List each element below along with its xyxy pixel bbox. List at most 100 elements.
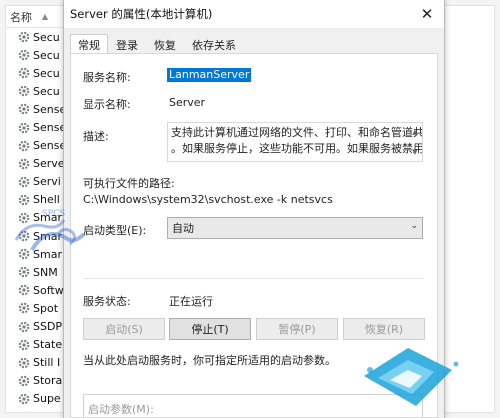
gear-icon — [18, 230, 30, 242]
start-params-group: 启动参数(M): — [83, 394, 423, 418]
gear-icon — [18, 104, 30, 115]
service-row[interactable]: Secu — [6, 28, 65, 46]
service-row[interactable]: Sense — [6, 118, 65, 136]
description-label: 描述: — [83, 130, 109, 143]
service-row[interactable]: Syste — [6, 408, 65, 412]
service-row[interactable]: Still I — [6, 354, 65, 372]
service-row[interactable]: Shell — [6, 191, 65, 209]
gear-icon — [18, 393, 30, 405]
gear-icon — [18, 158, 30, 170]
scroll-up-icon[interactable]: ▲ — [412, 124, 417, 140]
service-row-label: Sense — [33, 139, 66, 153]
description-scrollbar[interactable]: ▲ ▼ — [409, 124, 421, 160]
service-row-label: Smar — [33, 229, 62, 243]
tab-bar: 常规 登录 恢复 依存关系 — [70, 34, 244, 54]
service-row[interactable]: Smar — [6, 209, 65, 227]
display-name-label: 显示名称: — [83, 98, 131, 111]
gear-icon — [18, 212, 30, 224]
services-list: 名称 ▲ Secu Secu Secu Secu Sense Sense Sense Serv… — [6, 6, 66, 412]
dialog-title: Server 的属性(本地计算机) — [70, 7, 213, 21]
service-row-label: Smar — [33, 211, 62, 225]
gear-icon — [18, 31, 30, 43]
description-line-2: 。如果服务停止，这些功能不可用。如果服务被禁用， — [171, 142, 423, 155]
gear-icon — [18, 67, 30, 79]
service-row-label: Still I — [33, 356, 61, 370]
service-row-label: Sense — [33, 102, 66, 116]
service-name-value[interactable]: LanmanServer — [167, 68, 252, 82]
start-params-hint: 当从此处启动服务时，你可指定所适用的启动参数。 — [83, 354, 336, 367]
tab-dependencies[interactable]: 依存关系 — [184, 36, 244, 54]
service-row[interactable]: Smar — [6, 245, 65, 263]
gear-icon — [18, 122, 30, 133]
service-row[interactable]: Secu — [6, 64, 65, 82]
gear-icon — [18, 49, 30, 61]
service-row[interactable]: Supe — [6, 390, 65, 408]
service-row[interactable]: Servi — [6, 173, 65, 191]
resume-button[interactable]: 恢复(R) — [343, 318, 425, 340]
service-row[interactable]: Sense — [6, 137, 65, 155]
service-row[interactable]: Secu — [6, 82, 65, 100]
service-status-label: 服务状态: — [83, 295, 131, 308]
scroll-down-icon[interactable]: ▼ — [412, 144, 417, 160]
general-panel: 服务名称: LanmanServer 显示名称: Server 描述: 支持此计… — [70, 53, 438, 418]
display-name-value: Server — [169, 96, 206, 109]
service-row[interactable]: Softw — [6, 281, 65, 299]
service-row-label: Serve — [33, 157, 65, 171]
service-row[interactable]: Smar — [6, 227, 65, 245]
service-row[interactable]: Serve — [6, 155, 65, 173]
startup-type-select[interactable]: 自动 ⌄ — [167, 217, 423, 239]
service-row-label: Servi — [33, 175, 61, 189]
start-button[interactable]: 启动(S) — [83, 318, 165, 340]
service-row-label: Stora — [33, 374, 63, 388]
close-icon[interactable]: ✕ — [410, 0, 444, 28]
gear-icon — [18, 357, 30, 369]
gear-icon — [18, 339, 30, 350]
service-row-label: SNM — [33, 265, 58, 279]
startup-type-value: 自动 — [172, 222, 194, 235]
tab-recovery[interactable]: 恢复 — [146, 36, 184, 54]
gear-icon — [18, 248, 30, 260]
service-row-label: State — [33, 338, 63, 352]
service-row-label: Secu — [33, 66, 60, 80]
service-row-label: Softw — [33, 283, 64, 297]
service-row-label: Shell — [33, 193, 60, 207]
chevron-down-icon: ⌄ — [410, 221, 418, 231]
service-row-label: Syste — [33, 411, 63, 412]
stop-button[interactable]: 停止(T) — [169, 318, 251, 340]
tab-general[interactable]: 常规 — [70, 34, 108, 54]
service-row[interactable]: Spot — [6, 299, 65, 317]
service-row[interactable]: State — [6, 336, 65, 354]
gear-icon — [22, 411, 26, 412]
tab-logon[interactable]: 登录 — [108, 36, 146, 54]
description-box[interactable]: 支持此计算机通过网络的文件、打印、和命名管道共享 。如果服务停止，这些功能不可用… — [167, 122, 423, 162]
service-row-label: Spot — [33, 301, 59, 315]
gear-icon — [18, 285, 30, 296]
service-row-label: Secu — [33, 30, 60, 44]
service-row[interactable]: Stora — [6, 372, 65, 390]
service-row-label: Supe — [33, 392, 61, 406]
exec-path-value: C:\Windows\system32\svchost.exe -k netsv… — [83, 193, 333, 206]
separator — [83, 278, 423, 279]
start-params-label: 启动参数(M): — [88, 403, 154, 416]
service-row-label: SSDP — [33, 320, 63, 334]
service-row[interactable]: Sense — [6, 100, 65, 118]
gear-icon — [18, 303, 30, 314]
services-rows: Secu Secu Secu Secu Sense Sense Sense Serve Serv… — [6, 28, 65, 412]
services-list-header[interactable]: 名称 ▲ — [6, 6, 65, 28]
startup-type-label: 启动类型(E): — [83, 224, 147, 237]
gear-icon — [18, 266, 30, 278]
service-row-label: Sense — [33, 121, 66, 135]
gear-icon — [18, 140, 30, 151]
gear-icon — [18, 86, 30, 97]
service-row[interactable]: SSDP — [6, 318, 65, 336]
dialog-titlebar[interactable]: Server 的属性(本地计算机) ✕ — [64, 0, 444, 28]
service-row[interactable]: Secu — [6, 46, 65, 64]
service-row-label: Secu — [33, 48, 60, 62]
service-name-label: 服务名称: — [83, 71, 131, 84]
gear-icon — [18, 194, 30, 206]
service-row-label: Smar — [33, 247, 62, 261]
properties-dialog: Server 的属性(本地计算机) ✕ 常规 登录 恢复 依存关系 服务名称: … — [63, 0, 445, 418]
pause-button[interactable]: 暂停(P) — [256, 318, 338, 340]
service-row[interactable]: SNM — [6, 263, 65, 281]
gear-icon — [18, 321, 30, 332]
